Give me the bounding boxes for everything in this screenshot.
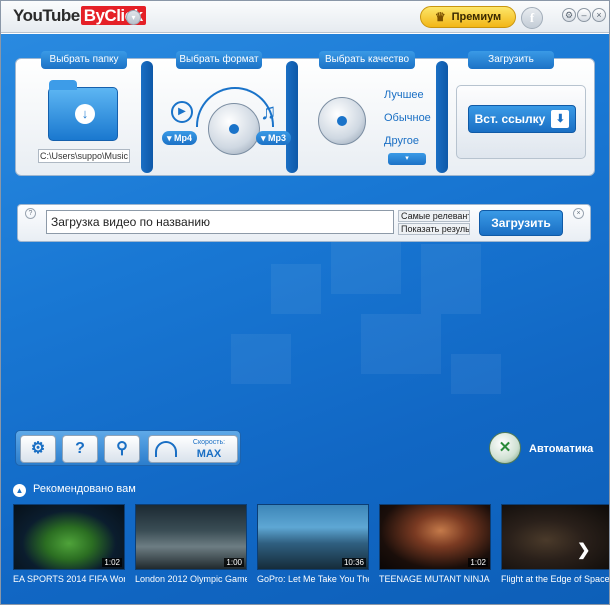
folder-path-label: C:\Users\suppo\Music [38,149,130,163]
background-tile [271,264,321,314]
search-button[interactable]: ⚲ [104,435,140,463]
video-card[interactable]: 1:02 TEENAGE MUTANT NINJA TURTLES [379,504,491,588]
video-thumbnail[interactable]: 1:02 [13,504,125,570]
auto-mode-label[interactable]: Автоматика [529,443,593,455]
main-area: Выбрать папку Выбрать формат Выбрать кач… [1,34,609,604]
video-title[interactable]: Flight at the Edge of Space [501,574,609,584]
download-section-tab: Загрузить [468,51,554,69]
quality-section-tab: Выбрать качество [319,51,415,69]
music-note-icon: ♫ [260,99,277,124]
settings-icon[interactable]: ⚙ [562,8,576,22]
close-icon[interactable]: × [592,8,606,22]
video-title[interactable]: London 2012 Olympic Games [135,574,247,584]
search-option-relevant[interactable]: Самые релевантны [398,210,470,222]
video-format-label: Mp4 [174,133,193,143]
settings-button[interactable]: ⚙ [20,435,56,463]
help-icon[interactable]: ? [25,208,36,219]
quality-option-normal[interactable]: Обычное [384,112,431,124]
quality-option-other[interactable]: Другое [384,135,419,147]
speedometer-icon [155,441,177,457]
quality-option-best[interactable]: Лучшее [384,89,424,101]
background-tile [331,234,401,294]
quality-dial[interactable] [318,97,366,145]
search-input[interactable] [46,210,394,234]
format-section-tab: Выбрать формат [176,51,262,69]
help-button[interactable]: ? [62,435,98,463]
section-divider [436,61,448,173]
video-duration: 1:02 [468,558,488,567]
minimize-icon[interactable]: – [577,8,591,22]
video-duration: 10:36 [341,558,366,567]
title-bar: YouTube ByClick ▾ ♛ Премиум f ⚙ – × [1,1,609,33]
app-menu-chevron-icon[interactable]: ▾ [126,10,141,25]
audio-format-label: Mp3 [268,133,287,143]
video-card[interactable]: 1:00 London 2012 Olympic Games [135,504,247,588]
section-divider [141,61,153,173]
bottom-toolbar: ⚙ ? ⚲ Скорость: MAX [15,430,241,466]
background-tile [231,334,291,384]
download-arrow-icon: ↓ [75,104,95,124]
search-option-show-results[interactable]: Показать результат [398,223,470,235]
play-icon: ▶ [171,101,193,123]
video-duration: 1:00 [224,558,244,567]
video-card[interactable]: 10:36 GoPro: Let Me Take You There [257,504,369,588]
section-divider [286,61,298,173]
satellite-dish-icon: ✕ [498,439,512,456]
premium-button[interactable]: ♛ Премиум [420,6,516,28]
background-tile [361,314,441,374]
video-card[interactable]: 1:02 EA SPORTS 2014 FIFA World Cup [13,504,125,588]
format-dial[interactable] [208,103,260,155]
search-download-button[interactable]: Загрузить [479,210,563,236]
choose-folder-button[interactable]: ↓ [48,80,118,141]
search-panel: ? Самые релевантны Показать результат За… [17,204,591,242]
speed-label: Скорость: [192,439,226,446]
paste-link-button[interactable]: Вст. ссылку ⬇ [468,105,576,133]
background-tile [451,354,501,394]
paste-link-label: Вст. ссылку [474,112,546,126]
question-icon: ? [75,440,85,457]
video-title[interactable]: GoPro: Let Me Take You There [257,574,369,584]
recommended-strip: 1:02 EA SPORTS 2014 FIFA World Cup 1:00 … [13,504,609,590]
logo-text-youtube: YouTube [13,6,80,25]
recommended-title: Рекомендовано вам [33,483,136,495]
video-card[interactable]: Flight at the Edge of Space [501,504,609,588]
download-arrow-icon: ⬇ [551,110,570,128]
audio-format-dropdown[interactable]: ▾ Mp3 [256,131,292,145]
background-tile [421,244,481,314]
close-icon[interactable]: × [573,208,584,219]
crown-icon: ♛ [434,10,446,24]
speed-value: MAX [196,448,222,460]
video-thumbnail[interactable] [501,504,609,570]
video-thumbnail[interactable]: 10:36 [257,504,369,570]
video-duration: 1:02 [102,558,122,567]
video-thumbnail[interactable]: 1:00 [135,504,247,570]
app-window: YouTube ByClick ▾ ♛ Премиум f ⚙ – × Выбра… [0,0,610,605]
auto-mode-toggle[interactable]: ✕ [489,432,521,464]
video-thumbnail[interactable]: 1:02 [379,504,491,570]
quality-dropdown-chevron-icon[interactable]: ▾ [388,153,426,165]
premium-label: Премиум [451,11,502,23]
search-icon: ⚲ [116,440,128,457]
download-settings-panel: Выбрать папку Выбрать формат Выбрать кач… [15,51,595,176]
gear-icon: ⚙ [30,440,46,457]
folder-section-tab: Выбрать папку [41,51,127,69]
video-title[interactable]: TEENAGE MUTANT NINJA TURTLES [379,574,491,584]
speed-button[interactable]: Скорость: MAX [148,435,238,463]
video-title[interactable]: EA SPORTS 2014 FIFA World Cup [13,574,125,584]
facebook-icon[interactable]: f [521,7,543,29]
collapse-chevron-icon[interactable]: ▲ [13,484,26,497]
chevron-right-icon[interactable]: ❯ [577,540,590,560]
video-format-dropdown[interactable]: ▾ Mp4 [162,131,198,145]
